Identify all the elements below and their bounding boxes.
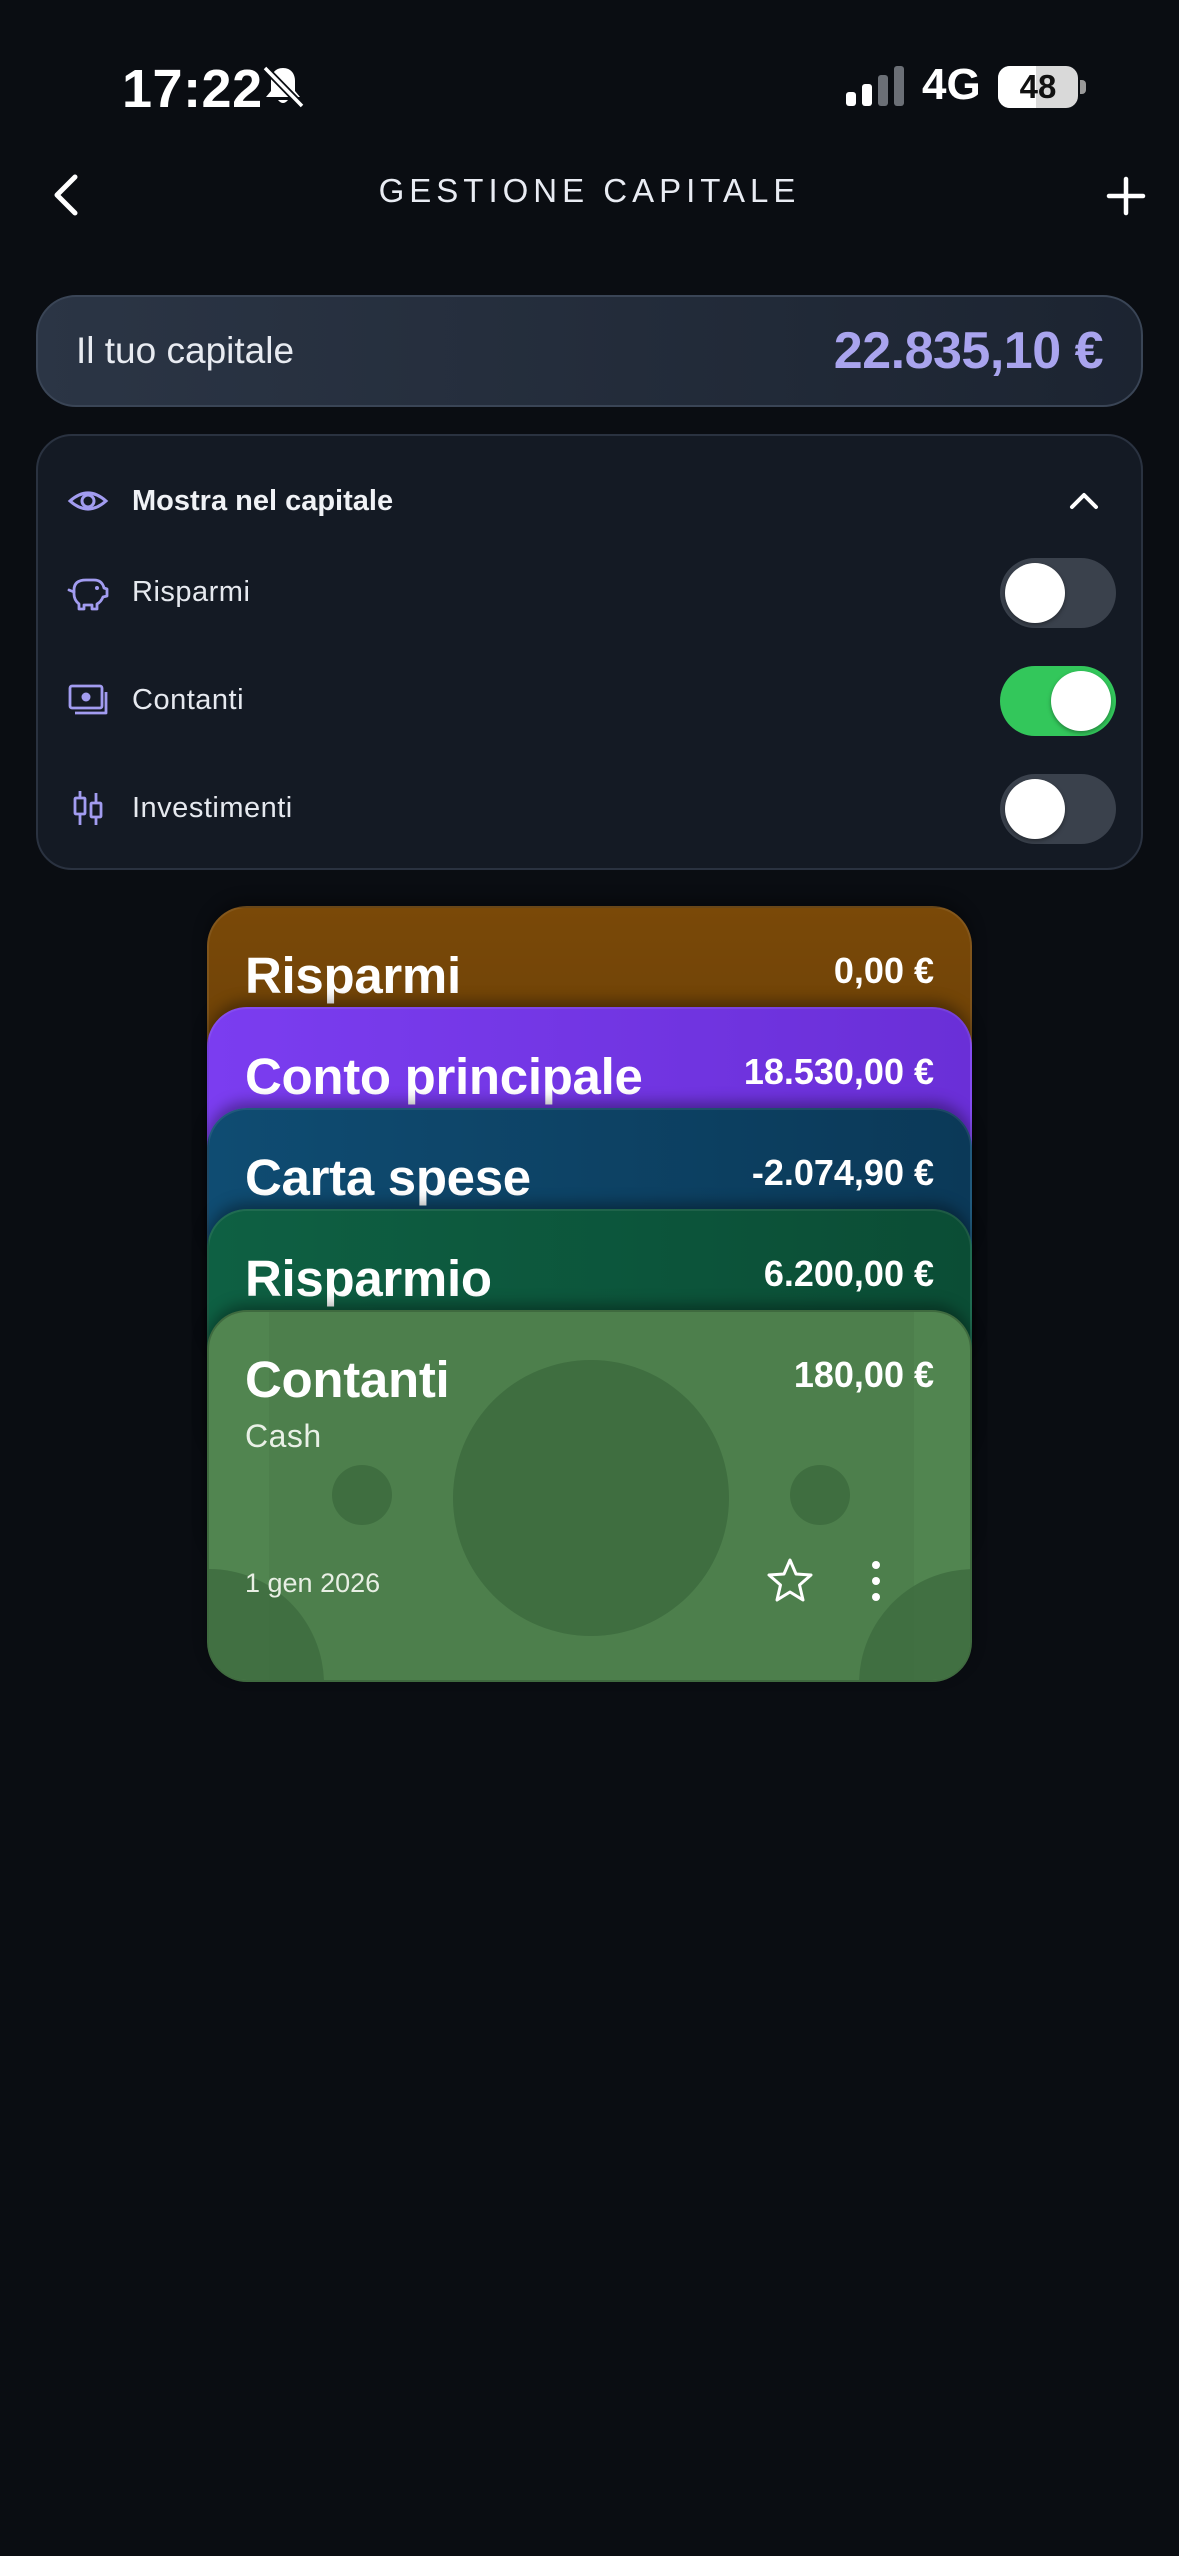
setting-label: Risparmi [132, 575, 251, 608]
setting-label: Investimenti [132, 791, 293, 824]
card-amount: 0,00 € [833, 950, 934, 991]
capital-value: 22.835,10 € [833, 322, 1104, 380]
card-name: Risparmio [245, 1250, 492, 1307]
chevron-up-icon[interactable] [1064, 480, 1104, 520]
add-button[interactable] [1098, 168, 1154, 224]
card-name: Carta spese [245, 1149, 531, 1206]
setting-row-contanti: Contanti [66, 662, 1116, 738]
star-icon[interactable] [765, 1556, 815, 1606]
card-amount: -2.074,90 € [751, 1152, 934, 1193]
page-title: GESTIONE CAPITALE [378, 172, 801, 209]
toggle-knob [1051, 671, 1111, 731]
more-vertical-icon[interactable] [861, 1556, 891, 1606]
card-date: 1 gen 2026 [245, 1568, 381, 1598]
card-amount: 18.530,00 € [743, 1051, 934, 1092]
candlestick-icon [73, 791, 103, 825]
capital-visibility-panel: Mostra nel capitale Risparmi Contanti In [36, 434, 1143, 870]
card-name: Risparmi [245, 947, 461, 1004]
bell-slash-icon [262, 65, 305, 109]
battery-level: 48 [1019, 68, 1057, 105]
card-amount: 6.200,00 € [763, 1253, 934, 1294]
battery-indicator: 48 [998, 66, 1078, 108]
card-name: Contanti [245, 1351, 450, 1408]
capital-label: Il tuo capitale [76, 330, 295, 371]
account-card-stack: Risparmi 0,00 € Conto principale 18.530,… [207, 906, 972, 1686]
battery-cap [1080, 80, 1086, 94]
setting-label: Contanti [132, 683, 245, 716]
eye-icon [67, 491, 109, 511]
status-time: 17:22 [122, 59, 263, 119]
cash-icon [68, 684, 108, 715]
toggle-investimenti[interactable] [1000, 774, 1116, 844]
panel-title: Mostra nel capitale [132, 484, 394, 517]
toggle-contanti[interactable] [1000, 666, 1116, 736]
panel-header[interactable]: Mostra nel capitale [66, 472, 1116, 530]
toggle-knob [1005, 779, 1065, 839]
setting-row-investimenti: Investimenti [66, 770, 1116, 846]
card-amount: 180,00 € [793, 1354, 934, 1395]
setting-row-risparmi: Risparmi [66, 554, 1116, 630]
status-bar: 17:22 4G 48 [0, 0, 1179, 170]
card-name: Conto principale [245, 1048, 643, 1105]
piggy-bank-icon [67, 578, 109, 611]
cellular-signal-icon [846, 66, 904, 106]
network-type: 4G [922, 60, 981, 109]
capital-summary: Il tuo capitale 22.835,10 € [36, 295, 1143, 407]
card-subtitle: Cash [245, 1418, 322, 1454]
account-card-contanti[interactable]: Contanti 180,00 € Cash 1 gen 2026 [207, 1310, 972, 1682]
plus-icon [1106, 176, 1146, 216]
toggle-knob [1005, 563, 1065, 623]
toggle-risparmi[interactable] [1000, 558, 1116, 628]
